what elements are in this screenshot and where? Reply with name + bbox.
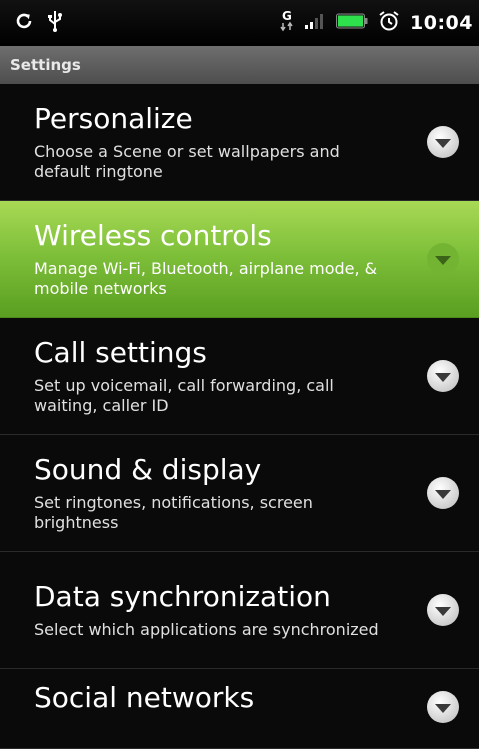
settings-item-sound-display[interactable]: Sound & display Set ringtones, notificat… [0,435,479,552]
status-clock: 10:04 [410,12,473,34]
settings-item-data-synchronization[interactable]: Data synchronization Select which applic… [0,552,479,669]
settings-item-social-networks[interactable]: Social networks [0,669,479,749]
settings-item-wireless-controls[interactable]: Wireless controls Manage Wi-Fi, Bluetoot… [0,201,479,318]
settings-item-title: Sound & display [34,453,262,486]
settings-item-title: Wireless controls [34,219,272,252]
settings-item-personalize[interactable]: Personalize Choose a Scene or set wallpa… [0,84,479,201]
chevron-down-icon [417,592,469,628]
title-bar: Settings [0,46,479,84]
chevron-down-icon [417,358,469,394]
chevron-down-icon [417,681,469,725]
settings-item-summary: Choose a Scene or set wallpapers and def… [34,142,340,181]
chevron-down-icon [417,124,469,160]
settings-item-title: Call settings [34,336,207,369]
sync-icon [14,11,34,35]
page-title: Settings [10,56,81,74]
data-transfer-icon: G [280,9,294,37]
svg-text:G: G [282,9,292,23]
alarm-icon [378,10,400,36]
settings-item-title: Data synchronization [34,580,331,613]
usb-icon [46,10,64,36]
settings-item-call-settings[interactable]: Call settings Set up voicemail, call for… [0,318,479,435]
battery-icon [336,13,368,33]
signal-icon [304,12,326,34]
chevron-down-icon [417,475,469,511]
settings-item-title: Social networks [34,681,255,714]
settings-item-summary: Select which applications are synchroniz… [34,620,379,639]
settings-list: Personalize Choose a Scene or set wallpa… [0,84,479,749]
settings-item-summary: Set up voicemail, call forwarding, call … [34,376,334,415]
status-bar: G 10:04 [0,0,479,46]
settings-item-title: Personalize [34,102,193,135]
chevron-down-icon [417,241,469,277]
settings-item-summary: Set ringtones, notifications, screen bri… [34,493,313,532]
settings-item-summary: Manage Wi-Fi, Bluetooth, airplane mode, … [34,259,378,298]
